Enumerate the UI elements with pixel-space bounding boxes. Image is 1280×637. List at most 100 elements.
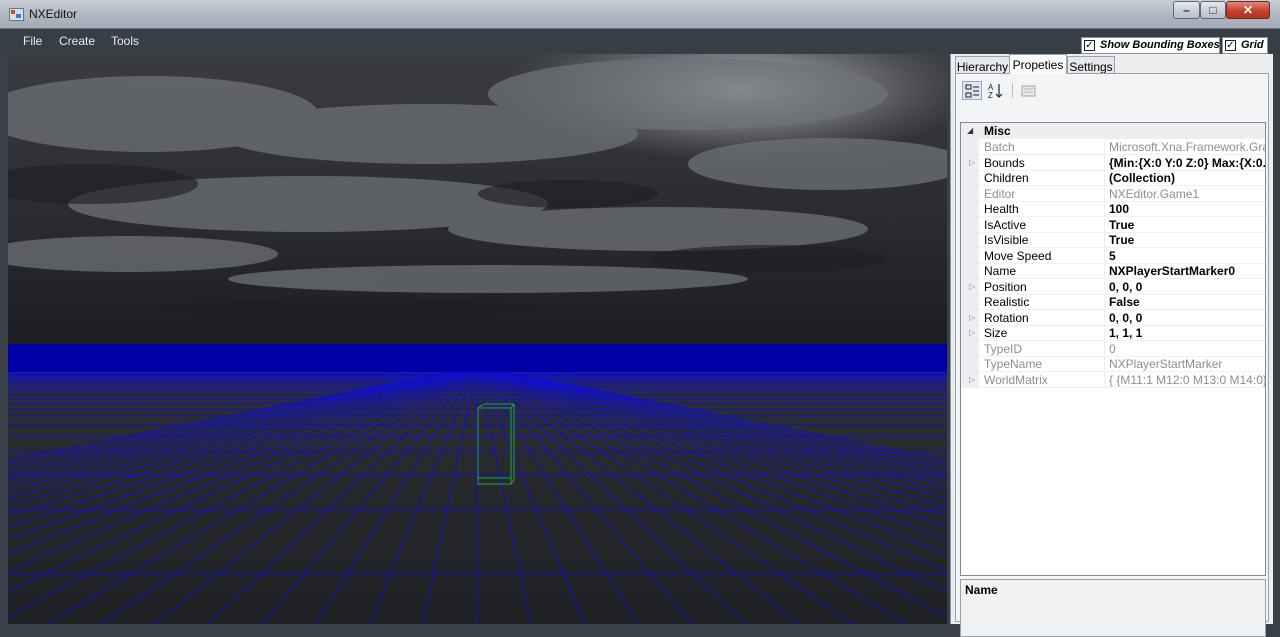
property-row-bounds[interactable]: ▷ Bounds {Min:{X:0 Y:0 Z:0} Max:{X:0. (961, 154, 1265, 171)
property-name: Children (984, 171, 1029, 185)
property-row-children[interactable]: Children (Collection) (961, 170, 1265, 186)
window-title: NXEditor (29, 7, 78, 21)
property-pages-icon (1021, 85, 1036, 97)
column-divider[interactable] (1104, 371, 1105, 388)
column-divider[interactable] (1104, 278, 1105, 295)
property-value[interactable]: 100 (1109, 202, 1265, 216)
property-grid-toolbar: A Z (960, 76, 1260, 102)
expand-icon[interactable]: ▷ (969, 313, 975, 322)
property-name: Realistic (984, 295, 1030, 309)
property-name: Bounds (984, 155, 1025, 170)
column-divider[interactable] (1104, 154, 1105, 171)
column-divider[interactable] (1104, 170, 1105, 186)
menu-file[interactable]: File (23, 34, 42, 48)
categorized-icon (965, 84, 979, 98)
property-value: 0 (1109, 341, 1116, 356)
property-value[interactable]: True (1109, 218, 1265, 232)
toolbar-separator (1012, 83, 1013, 98)
property-row-name[interactable]: Name NXPlayerStartMarker0 (961, 263, 1265, 279)
property-value[interactable]: {Min:{X:0 Y:0 Z:0} Max:{X:0. (1109, 156, 1265, 170)
property-row-isactive[interactable]: IsActive True (961, 216, 1265, 233)
row-gutter (961, 139, 979, 155)
property-value[interactable]: False (1109, 295, 1265, 309)
inspector-panel: Hierarchy Propeties Settings A Z ◢ Misc … (950, 54, 1273, 637)
property-row-editor[interactable]: Editor NXEditor.Game1 (961, 185, 1265, 202)
expand-icon[interactable]: ▷ (969, 158, 975, 167)
property-value[interactable]: 1, 1, 1 (1109, 326, 1265, 340)
column-divider[interactable] (1104, 216, 1105, 233)
property-value: NXEditor.Game1 (1109, 186, 1200, 201)
tab-properties[interactable]: Propeties (1009, 54, 1067, 74)
description-title: Name (965, 583, 998, 597)
tab-settings[interactable]: Settings (1067, 56, 1115, 74)
property-name: WorldMatrix (984, 372, 1048, 387)
property-name: Position (984, 279, 1027, 294)
maximize-icon: □ (1209, 3, 1217, 17)
property-grid: ◢ Misc Batch Microsoft.Xna.Framework.Grap… (960, 122, 1266, 576)
row-gutter (961, 216, 979, 233)
column-divider[interactable] (1104, 294, 1105, 310)
menu-create[interactable]: Create (59, 34, 95, 48)
expand-icon[interactable]: ▷ (969, 282, 975, 291)
expand-icon[interactable]: ▷ (969, 375, 975, 384)
property-value[interactable]: 0, 0, 0 (1109, 280, 1265, 294)
maximize-button[interactable]: □ (1200, 1, 1226, 19)
show-bounding-boxes-toggle[interactable]: ✓ Show Bounding Boxes (1081, 37, 1220, 54)
property-row-isvisible[interactable]: IsVisible True (961, 232, 1265, 248)
alphabetical-button[interactable]: A Z (985, 81, 1005, 100)
category-misc[interactable]: ◢ Misc (961, 123, 1265, 139)
horizon-band (8, 344, 947, 372)
row-gutter (961, 263, 979, 279)
property-value[interactable]: True (1109, 233, 1265, 247)
column-divider[interactable] (1104, 263, 1105, 279)
scene-canvas[interactable] (8, 54, 947, 624)
property-row-health[interactable]: Health 100 (961, 201, 1265, 217)
property-value[interactable]: NXPlayerStartMarker0 (1109, 264, 1265, 278)
property-value: NXPlayerStartMarker (1109, 357, 1223, 371)
property-row-batch[interactable]: Batch Microsoft.Xna.Framework.Graphics (961, 139, 1265, 155)
property-row-typename[interactable]: TypeName NXPlayerStartMarker (961, 356, 1265, 372)
column-divider[interactable] (1104, 201, 1105, 217)
row-gutter (961, 185, 979, 202)
description-pane: Name (960, 579, 1266, 637)
property-row-typeid[interactable]: TypeID 0 (961, 340, 1265, 357)
show-bounding-boxes-checkbox[interactable]: ✓ (1084, 40, 1095, 51)
row-gutter (961, 340, 979, 357)
scene-viewport[interactable] (8, 54, 947, 624)
property-pages-button[interactable] (1018, 81, 1038, 100)
column-divider[interactable] (1104, 309, 1105, 326)
property-row-size[interactable]: ▷ Size 1, 1, 1 (961, 325, 1265, 341)
column-divider[interactable] (1104, 247, 1105, 264)
column-divider[interactable] (1104, 356, 1105, 372)
tab-hierarchy[interactable]: Hierarchy (955, 56, 1010, 74)
categorized-button[interactable] (962, 81, 982, 100)
column-divider[interactable] (1104, 185, 1105, 202)
property-value[interactable]: (Collection) (1109, 171, 1265, 185)
property-row-move-speed[interactable]: Move Speed 5 (961, 247, 1265, 264)
property-name: Name (984, 264, 1017, 278)
minimize-button[interactable]: – (1173, 1, 1200, 19)
grid-toggle[interactable]: ✓ Grid (1222, 37, 1268, 54)
show-bounding-boxes-label: Show Bounding Boxes (1100, 39, 1220, 51)
property-name: Editor (984, 186, 1016, 201)
menu-tools[interactable]: Tools (111, 34, 139, 48)
column-divider[interactable] (1104, 340, 1105, 357)
property-name: IsActive (984, 217, 1027, 232)
column-divider[interactable] (1104, 325, 1105, 341)
column-divider[interactable] (1104, 139, 1105, 155)
property-row-rotation[interactable]: ▷ Rotation 0, 0, 0 (961, 309, 1265, 326)
property-value: { {M11:1 M12:0 M13:0 M14:0} {M2 (1109, 372, 1266, 387)
property-row-position[interactable]: ▷ Position 0, 0, 0 (961, 278, 1265, 295)
property-name: Move Speed (984, 248, 1052, 263)
close-button[interactable]: ✕ (1226, 1, 1270, 19)
expand-icon[interactable]: ▷ (969, 328, 975, 337)
column-divider[interactable] (1104, 232, 1105, 248)
property-row-worldmatrix[interactable]: ▷ WorldMatrix { {M11:1 M12:0 M13:0 M14:0} … (961, 371, 1266, 388)
property-value[interactable]: 0, 0, 0 (1109, 311, 1265, 325)
property-row-realistic[interactable]: Realistic False (961, 294, 1265, 310)
row-gutter (961, 201, 979, 217)
minimize-icon: – (1183, 3, 1190, 17)
grid-checkbox[interactable]: ✓ (1225, 40, 1236, 51)
property-value[interactable]: 5 (1109, 249, 1265, 263)
collapse-icon[interactable]: ◢ (967, 126, 973, 135)
